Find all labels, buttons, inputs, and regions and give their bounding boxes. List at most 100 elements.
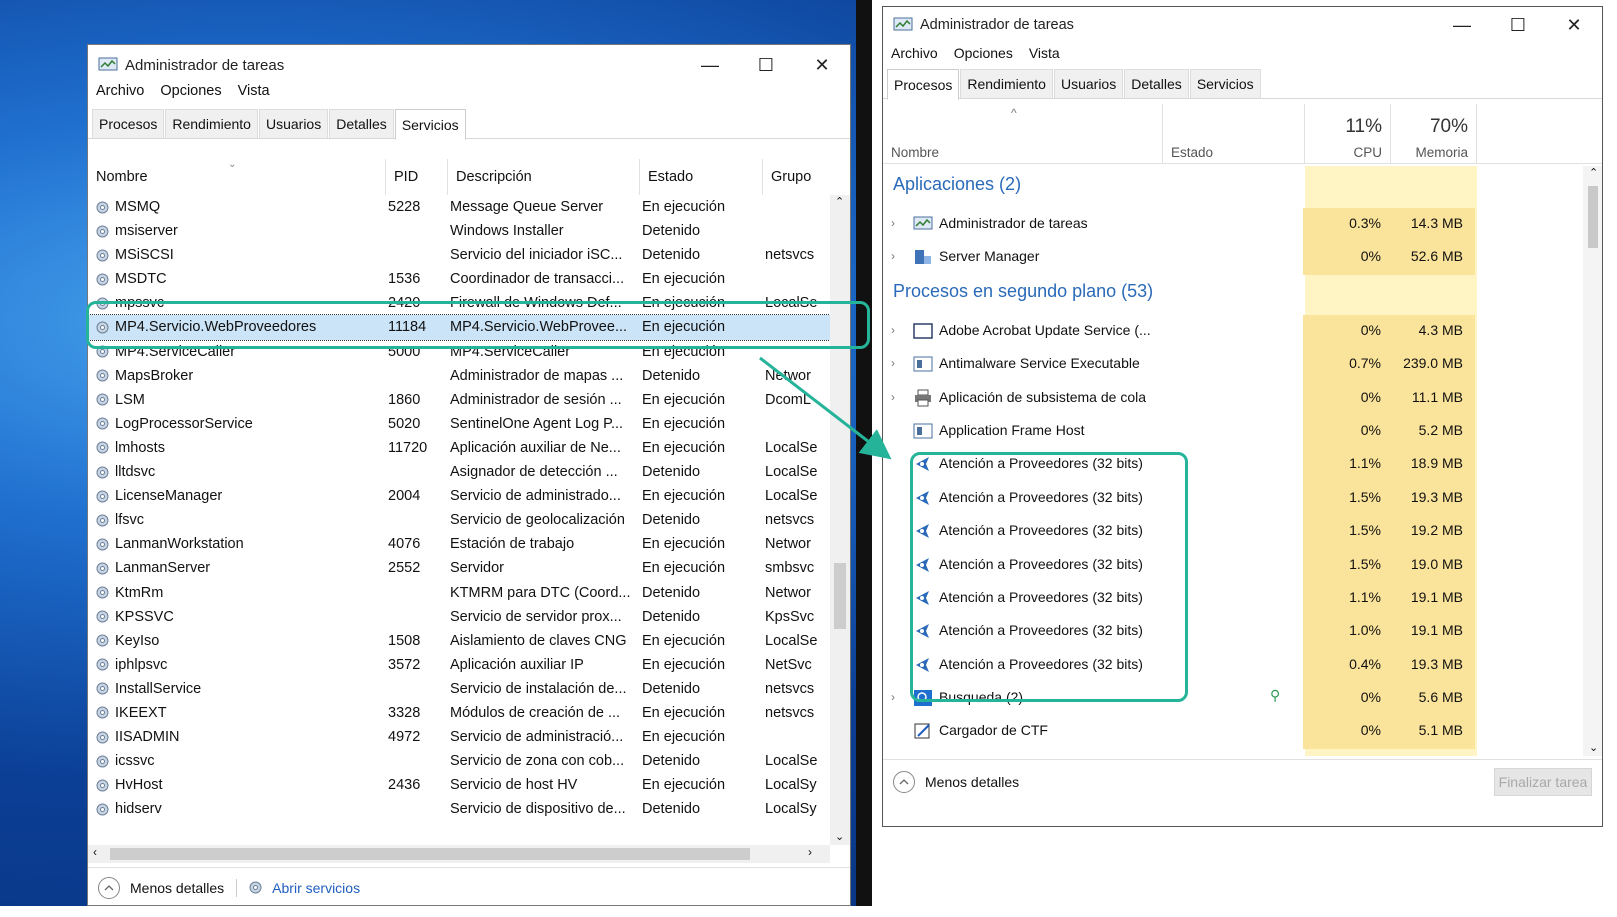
service-row[interactable]: LanmanServer 2552 Servidor En ejecución smbs… [88, 556, 830, 580]
title-bar[interactable]: Administrador de tareas — ☐ ✕ [883, 7, 1602, 43]
service-row[interactable]: iphlpsvc 3572 Aplicación auxiliar IP En eje… [88, 653, 830, 677]
menu-opciones[interactable]: Opciones [954, 45, 1013, 61]
service-state-cell: En ejecución [642, 560, 726, 577]
expand-chevron-icon[interactable]: › [891, 390, 895, 404]
service-description-cell: Servicio del iniciador iSC... [450, 247, 623, 264]
service-gear-icon [94, 560, 111, 577]
vertical-scrollbar[interactable]: ⌃ ⌄ [830, 195, 850, 845]
menu-opciones[interactable]: Opciones [160, 83, 221, 99]
collapse-up-icon[interactable] [98, 876, 120, 899]
minimize-button[interactable]: — [682, 45, 738, 85]
task-manager-icon [98, 57, 118, 73]
scroll-up-icon[interactable]: ⌃ [835, 195, 844, 208]
hscrollbar-thumb[interactable] [110, 848, 750, 860]
tab-servicios[interactable]: Servicios [1189, 69, 1261, 98]
service-pid-cell: 2436 [388, 777, 421, 794]
tab-rendimiento[interactable]: Rendimiento [960, 69, 1053, 98]
service-row[interactable]: KPSSVC Servicio de servidor prox... Deteni… [88, 605, 830, 629]
column-grupo[interactable]: Grupo [763, 159, 830, 195]
close-button[interactable]: ✕ [1546, 7, 1602, 43]
collapse-up-icon[interactable] [893, 770, 915, 793]
column-estado[interactable]: Estado [640, 159, 763, 195]
service-row[interactable]: LicenseManager 2004 Servicio de administra… [88, 484, 830, 508]
service-state-cell: Detenido [642, 608, 701, 625]
service-row[interactable]: KeyIso 1508 Aislamiento de claves CNG En ej… [88, 629, 830, 653]
expand-chevron-icon[interactable]: › [891, 356, 895, 370]
maximize-button[interactable]: ☐ [738, 45, 794, 85]
column-descripcion[interactable]: Descripción [448, 159, 640, 195]
column-memoria[interactable]: 70% Memoria [1391, 104, 1477, 164]
menu-vista[interactable]: Vista [238, 83, 270, 99]
menu-archivo[interactable]: Archivo [96, 83, 144, 99]
service-description-cell: Asignador de detección ... [450, 464, 618, 481]
open-services-link[interactable]: Abrir servicios [272, 880, 360, 896]
close-button[interactable]: ✕ [794, 45, 850, 85]
service-pid-cell: 1508 [388, 632, 421, 649]
scroll-down-icon[interactable]: ⌄ [1589, 741, 1598, 754]
tab-servicios[interactable]: Servicios [394, 109, 466, 140]
service-state-cell: En ejecución [642, 439, 726, 456]
expand-chevron-icon[interactable]: › [891, 216, 895, 230]
expand-chevron-icon[interactable]: › [891, 690, 895, 704]
less-details-link[interactable]: Menos detalles [925, 774, 1019, 790]
service-description-cell: KTMRM para DTC (Coord... [450, 584, 631, 601]
service-row[interactable]: LanmanWorkstation 4076 Estación de trabajo… [88, 532, 830, 556]
service-row[interactable]: lfsvc Servicio de geolocalización Detenido… [88, 508, 830, 532]
column-pid[interactable]: PID [386, 159, 448, 195]
service-row[interactable]: MSMQ 5228 Message Queue Server En ejecución [88, 195, 830, 219]
process-row[interactable]: › Server Manager 0% 52.6 MB [883, 241, 1583, 275]
horizontal-scrollbar[interactable]: ‹ › [88, 845, 830, 863]
maximize-button[interactable]: ☐ [1490, 7, 1546, 43]
tab-usuarios[interactable]: Usuarios [1053, 69, 1124, 98]
scroll-down-icon[interactable]: ⌄ [835, 830, 844, 843]
tab-procesos[interactable]: Procesos [92, 109, 165, 138]
scroll-up-icon[interactable]: ⌃ [1589, 166, 1598, 179]
minimize-button[interactable]: — [1434, 7, 1490, 43]
process-row[interactable]: › Administrador de tareas 0.3% 14.3 MB [883, 208, 1583, 242]
service-row[interactable]: InstallService Servicio de instalación de… [88, 677, 830, 701]
service-row[interactable]: LogProcessorService 5020 SentinelOne Agent… [88, 412, 830, 436]
column-nombre[interactable]: Nombre ⌄ [88, 159, 386, 195]
service-row[interactable]: icssvc Servicio de zona con cob... Detenid… [88, 749, 830, 773]
service-row[interactable]: IKEEXT 3328 Módulos de creación de ... En e… [88, 701, 830, 725]
expand-chevron-icon[interactable]: › [891, 323, 895, 337]
scroll-right-icon[interactable]: › [808, 845, 812, 859]
end-task-button[interactable]: Finalizar tarea [1494, 768, 1592, 796]
title-bar[interactable]: Administrador de tareas — ☐ ✕ [88, 45, 850, 85]
tab-detalles[interactable]: Detalles [1124, 69, 1189, 98]
column-cpu[interactable]: 11% CPU [1305, 104, 1391, 164]
process-row[interactable]: › Antimalware Service Executable 0.7% 239.0… [883, 348, 1583, 382]
process-row[interactable]: › Aplicación de subsistema de cola 0% 11.1 … [883, 381, 1583, 415]
service-row[interactable]: KtmRm KTMRM para DTC (Coord... Detenido Net… [88, 581, 830, 605]
vertical-scrollbar[interactable]: ⌃ ⌄ [1583, 166, 1602, 756]
column-estado[interactable]: Estado [1163, 104, 1305, 164]
service-row[interactable]: MapsBroker Administrador de mapas ... Dete… [88, 364, 830, 388]
service-pid-cell [388, 508, 440, 532]
tab-procesos[interactable]: Procesos [887, 69, 960, 100]
scroll-left-icon[interactable]: ‹ [93, 845, 97, 859]
menu-vista[interactable]: Vista [1029, 45, 1060, 61]
expand-chevron-icon[interactable]: › [891, 249, 895, 263]
app-icon [913, 422, 933, 440]
tab-rendimiento[interactable]: Rendimiento [165, 109, 258, 138]
service-pid-cell [388, 219, 440, 243]
scrollbar-thumb[interactable] [1588, 186, 1598, 248]
service-row[interactable]: LSM 1860 Administrador de sesión ... En eje… [88, 388, 830, 412]
service-row[interactable]: hidserv Servicio de dispositivo de... Dete… [88, 797, 830, 821]
service-row[interactable]: IISADMIN 4972 Servicio de administració...… [88, 725, 830, 749]
service-row[interactable]: HvHost 2436 Servicio de host HV En ejecució… [88, 773, 830, 797]
service-row[interactable]: msiserver Windows Installer Detenido [88, 219, 830, 243]
process-row[interactable]: Application Frame Host 0% 5.2 MB [883, 414, 1583, 449]
menu-archivo[interactable]: Archivo [891, 45, 938, 61]
service-row[interactable]: lmhosts 11720 Aplicación auxiliar de Ne...… [88, 436, 830, 460]
less-details-link[interactable]: Menos detalles [130, 880, 224, 896]
service-row[interactable]: MSDTC 1536 Coordinador de transacci... En e… [88, 267, 830, 291]
tab-detalles[interactable]: Detalles [329, 109, 394, 138]
process-row[interactable]: › Adobe Acrobat Update Service (... 0% 4.3 … [883, 314, 1583, 349]
scrollbar-thumb[interactable] [834, 563, 846, 629]
process-row[interactable]: Cargador de CTF 0% 5.1 MB [883, 715, 1583, 749]
service-row[interactable]: lltdsvc Asignador de detección ... Detenid… [88, 460, 830, 484]
column-nombre[interactable]: ^ Nombre [883, 104, 1163, 164]
service-row[interactable]: MSiSCSI Servicio del iniciador iSC... Dete… [88, 243, 830, 267]
tab-usuarios[interactable]: Usuarios [258, 109, 329, 138]
